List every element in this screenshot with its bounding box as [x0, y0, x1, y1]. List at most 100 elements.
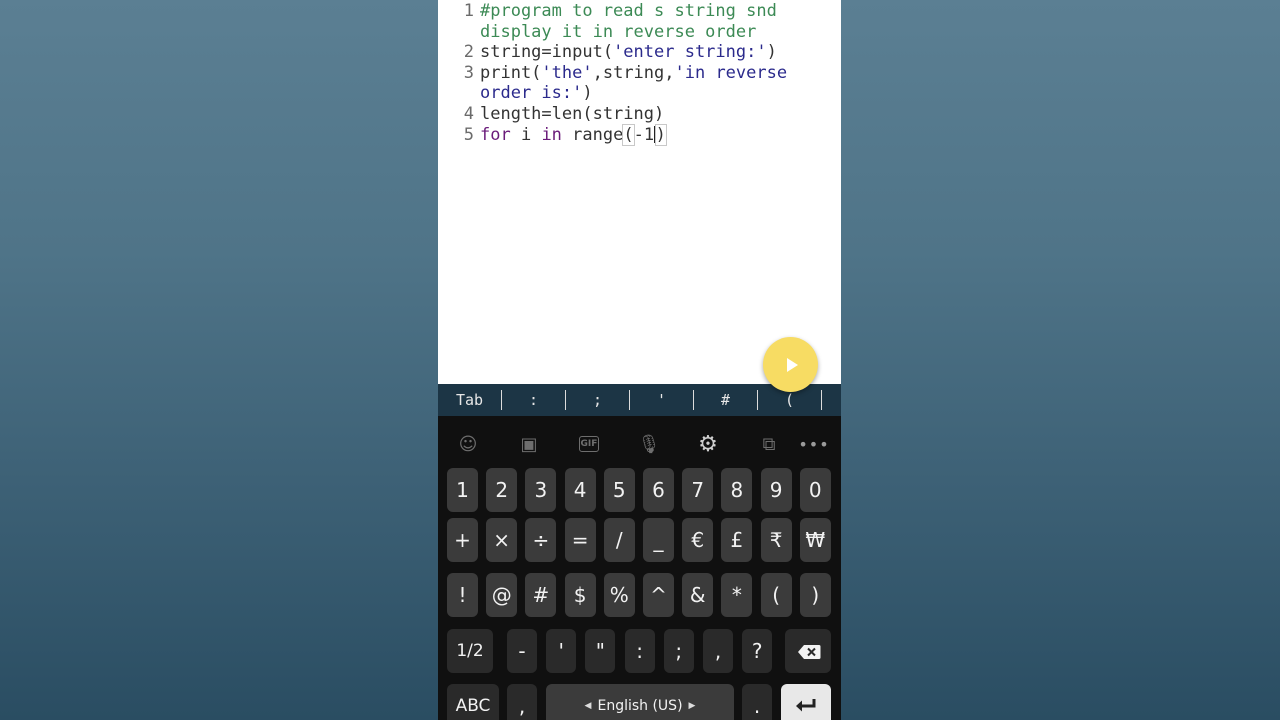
more-icon[interactable]: •••	[798, 430, 829, 458]
sticker-icon[interactable]: ▣	[514, 430, 544, 458]
code-editor[interactable]: 1 #program to read s string snd display i…	[438, 0, 841, 392]
code-token: ,string,	[592, 62, 675, 83]
key[interactable]: ?	[742, 629, 773, 673]
key[interactable]: (	[760, 573, 792, 617]
phone-screen: 1 #program to read s string snd display i…	[438, 0, 841, 720]
gear-icon[interactable]: ⚙	[693, 430, 723, 458]
keyboard-row-numbers: 1234567890	[438, 468, 841, 512]
code-token: string=input(	[480, 42, 614, 63]
key[interactable]: $	[564, 573, 596, 617]
abc-key[interactable]: ABC	[447, 684, 499, 720]
page-toggle-key[interactable]: 1/2	[447, 629, 493, 673]
key[interactable]: ,	[703, 629, 733, 673]
extra-key[interactable]: '	[630, 390, 694, 410]
line-number: 2	[463, 42, 474, 63]
key[interactable]: =	[564, 518, 596, 562]
code-line[interactable]: 1 #program to read s string snd display i…	[438, 1, 841, 42]
matched-bracket: )	[654, 123, 667, 146]
extra-key[interactable]: #	[694, 390, 758, 410]
code-lines[interactable]: 1 #program to read s string snd display i…	[438, 1, 841, 146]
extra-key[interactable]: Tab	[438, 390, 502, 410]
code-token: -1	[633, 124, 655, 145]
extra-key[interactable]: :	[502, 390, 566, 410]
key[interactable]: 3	[525, 468, 557, 512]
code-token: )	[582, 83, 593, 104]
line-number: 5	[463, 124, 474, 145]
line-source[interactable]: for i in range(-1)	[480, 123, 810, 146]
gif-icon[interactable]: GIF	[579, 436, 599, 452]
key[interactable]: ₹	[760, 518, 792, 562]
line-number: 1	[463, 1, 474, 21]
key[interactable]: 9	[760, 468, 792, 512]
line-source[interactable]: #program to read s string snd display it…	[480, 1, 810, 42]
key[interactable]: :	[624, 629, 655, 673]
key[interactable]: 0	[799, 468, 831, 512]
code-token: 'enter string:'	[613, 42, 767, 63]
code-line[interactable]: 5 for i in range(-1)	[438, 123, 841, 146]
keyboard-row-symbols-2: ! @ # $% ^ & *()	[438, 573, 841, 617]
code-line[interactable]: 3 print('the',string,'in reverse order is…	[438, 63, 841, 104]
line-source[interactable]: string=input('enter string:')	[480, 42, 810, 63]
key[interactable]: *	[721, 573, 753, 617]
key[interactable]: _	[643, 518, 674, 562]
code-line[interactable]: 4 length=len(string)	[438, 104, 841, 125]
extra-key[interactable]: (	[758, 390, 822, 410]
line-source[interactable]: length=len(string)	[480, 104, 810, 125]
key[interactable]: 1	[447, 468, 478, 512]
extra-key[interactable]: ;	[566, 390, 630, 410]
key[interactable]: !	[447, 573, 478, 617]
key[interactable]: ;	[663, 629, 694, 673]
key[interactable]: 7	[682, 468, 714, 512]
key[interactable]: €	[682, 518, 714, 562]
keyboard-row-bottom: ABC , ◀ English (US) ▶ .	[438, 684, 841, 720]
key[interactable]: 2	[486, 468, 518, 512]
key[interactable]: #	[525, 573, 557, 617]
key[interactable]: ^	[643, 573, 674, 617]
line-source[interactable]: print('the',string,'in reverse order is:…	[480, 63, 810, 104]
clipboard-translate-icon[interactable]: ⧉	[754, 430, 784, 458]
emoji-icon[interactable]: ☺	[453, 430, 483, 458]
code-token: in	[541, 124, 562, 145]
enter-icon	[794, 694, 818, 718]
key[interactable]: 5	[603, 468, 635, 512]
code-line[interactable]: 2 string=input('enter string:')	[438, 42, 841, 63]
play-icon	[786, 357, 798, 372]
arrow-right-icon: ▶	[688, 701, 696, 711]
code-token: i	[510, 124, 542, 145]
arrow-left-icon: ◀	[584, 701, 592, 711]
code-token: #program to read s string snd display it…	[480, 1, 788, 42]
line-number: 3	[463, 62, 474, 83]
matched-bracket: (	[622, 123, 635, 146]
key[interactable]: )	[799, 573, 831, 617]
period-key[interactable]: .	[742, 684, 772, 720]
code-token: print(	[480, 62, 542, 83]
enter-key[interactable]	[781, 684, 831, 720]
run-button[interactable]	[763, 337, 818, 392]
comma-key[interactable]: ,	[507, 684, 537, 720]
key[interactable]: "	[585, 629, 616, 673]
key[interactable]: %	[603, 573, 635, 617]
keyboard-row-symbols-3: 1/2 - ' ":;,?	[438, 629, 841, 673]
backspace-key[interactable]	[785, 629, 831, 673]
key[interactable]: '	[546, 629, 577, 673]
microphone-icon[interactable]: 🎙	[634, 430, 664, 458]
key[interactable]: 4	[564, 468, 596, 512]
key[interactable]: ₩	[799, 518, 831, 562]
backspace-icon	[797, 644, 821, 659]
space-key[interactable]: ◀ English (US) ▶	[546, 684, 734, 720]
key[interactable]: @	[486, 573, 518, 617]
key[interactable]: -	[507, 629, 537, 673]
keyboard-toolbar: ☺ ▣ GIF 🎙 ⚙ ⧉ •••	[438, 416, 841, 472]
key[interactable]: &	[682, 573, 714, 617]
key[interactable]: 8	[721, 468, 753, 512]
key[interactable]: /	[603, 518, 635, 562]
key[interactable]: ×	[486, 518, 518, 562]
key[interactable]: ÷	[525, 518, 557, 562]
language-label: English (US)	[597, 698, 683, 714]
code-token: length=len(string)	[480, 103, 665, 124]
key[interactable]: 6	[643, 468, 674, 512]
key[interactable]: £	[721, 518, 753, 562]
key[interactable]: +	[447, 518, 478, 562]
code-token: for	[480, 124, 511, 145]
code-token: 'the'	[541, 62, 593, 83]
